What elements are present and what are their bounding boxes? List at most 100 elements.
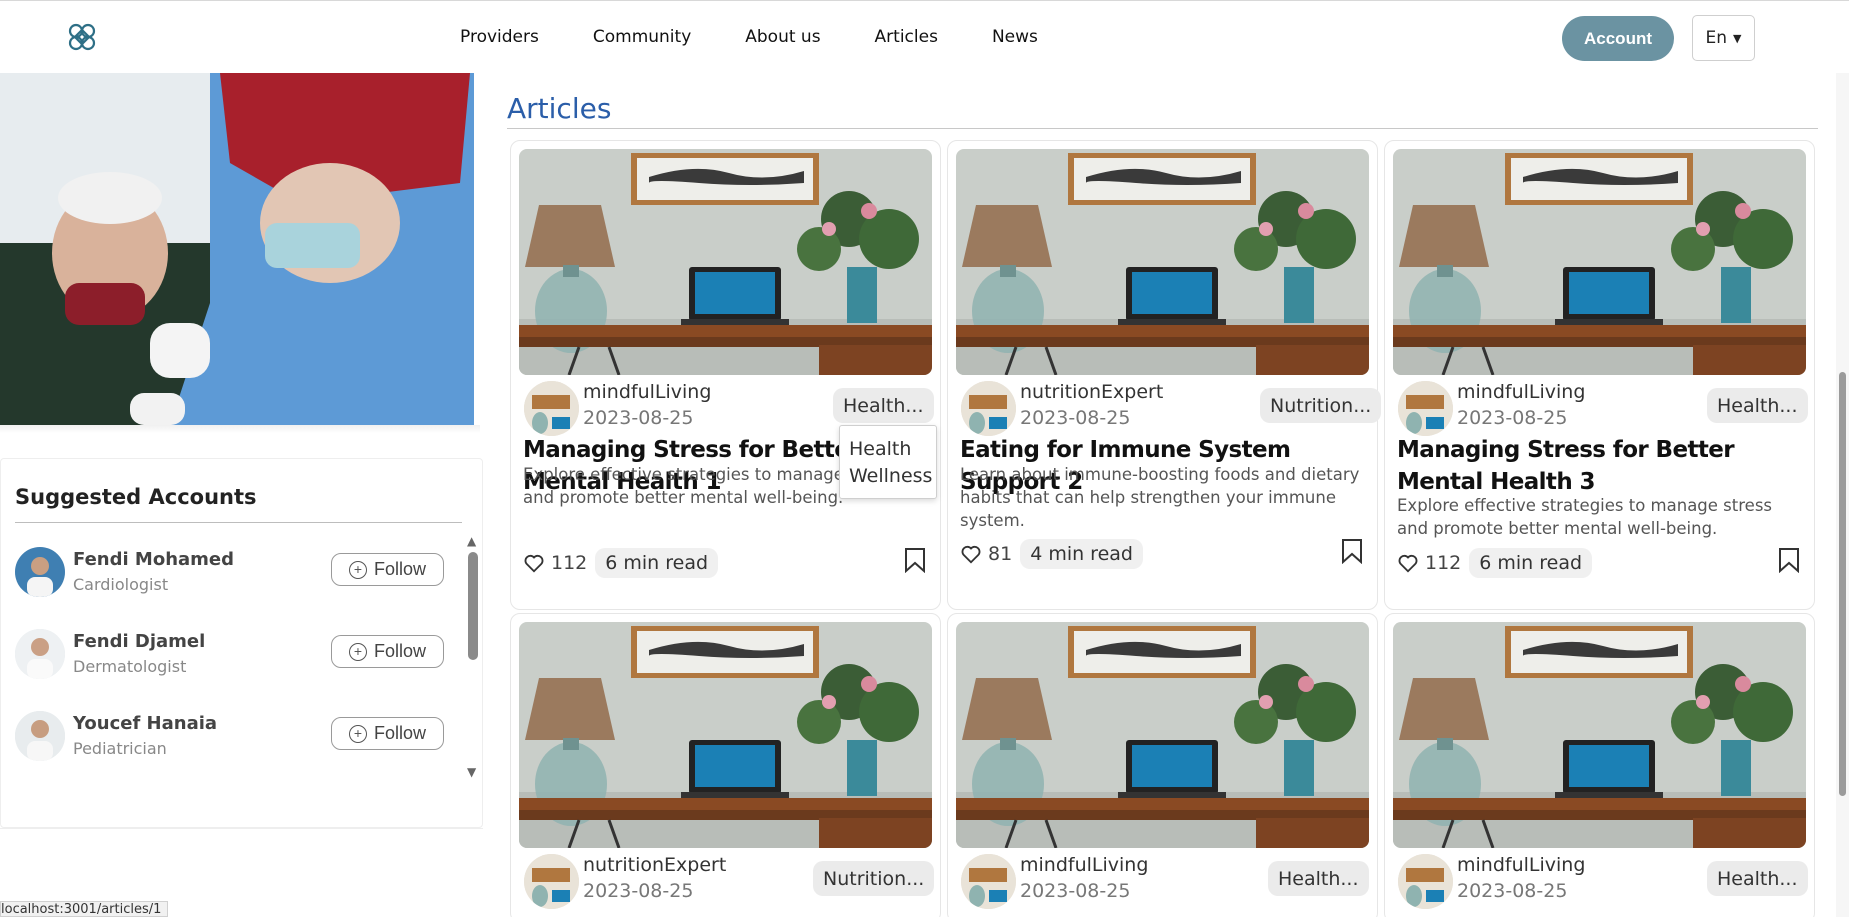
- bookmark-icon[interactable]: [904, 547, 926, 574]
- avatar[interactable]: [15, 711, 65, 761]
- article-tag[interactable]: Health...: [1707, 861, 1808, 896]
- follow-button[interactable]: + Follow: [331, 635, 444, 668]
- article-tag[interactable]: Nutrition...: [1260, 388, 1382, 423]
- article-image[interactable]: [1393, 622, 1806, 848]
- bookmark-icon[interactable]: [1778, 547, 1800, 574]
- read-time: 6 min read: [595, 548, 719, 578]
- article-stats: 81 4 min read: [960, 539, 1143, 569]
- articles-divider: [507, 128, 1818, 129]
- article-date: 2023-08-25: [1020, 880, 1131, 902]
- heart-icon[interactable]: [523, 552, 545, 574]
- article-card[interactable]: mindfulLiving 2023-08-25 Health... Manag…: [510, 140, 941, 610]
- language-select[interactable]: En ▼: [1692, 15, 1755, 61]
- read-time: 4 min read: [1020, 539, 1143, 569]
- account-specialty: Pediatrician: [73, 739, 167, 758]
- language-value: En: [1705, 28, 1728, 48]
- article-image[interactable]: [1393, 149, 1806, 375]
- scroll-down-arrow-icon[interactable]: ▼: [467, 765, 476, 779]
- status-bar-url: localhost:3001/articles/1: [0, 901, 169, 917]
- account-name[interactable]: Youcef Hanaia: [73, 713, 217, 734]
- article-tag[interactable]: Nutrition...: [813, 861, 935, 896]
- tag-dropdown: Health Wellness: [839, 425, 937, 499]
- author-name[interactable]: nutritionExpert: [583, 854, 726, 876]
- article-image[interactable]: [956, 622, 1369, 848]
- article-title[interactable]: Managing Stress for Better Mental Health…: [1397, 434, 1807, 498]
- article-tag[interactable]: Health...: [1268, 861, 1369, 896]
- avatar[interactable]: [15, 629, 65, 679]
- logo-icon[interactable]: [66, 21, 98, 53]
- divider: [15, 522, 462, 523]
- article-image[interactable]: [956, 149, 1369, 375]
- page-scrollbar-thumb[interactable]: [1839, 372, 1846, 796]
- hero-card-bottom: [0, 425, 480, 433]
- like-count: 112: [551, 552, 588, 574]
- nav-news[interactable]: News: [992, 27, 1038, 47]
- article-stats: 112 6 min read: [523, 548, 719, 578]
- chevron-down-icon: ▼: [1733, 31, 1742, 45]
- article-card[interactable]: mindfulLiving 2023-08-25 Health...: [1384, 613, 1815, 917]
- nav-community[interactable]: Community: [593, 27, 691, 47]
- like-count: 81: [988, 543, 1013, 565]
- articles-heading: Articles: [507, 92, 612, 125]
- follow-label: Follow: [373, 641, 426, 661]
- tag-option[interactable]: Wellness: [849, 463, 936, 490]
- suggested-accounts-panel: Suggested Accounts Fendi Mohamed Cardiol…: [0, 458, 483, 828]
- hero-image: [0, 73, 474, 425]
- plus-circle-icon: +: [348, 560, 367, 579]
- article-description: Learn about immune-boosting foods and di…: [960, 465, 1360, 530]
- article-date: 2023-08-25: [1020, 407, 1131, 429]
- account-name[interactable]: Fendi Mohamed: [73, 549, 234, 570]
- account-name[interactable]: Fendi Djamel: [73, 631, 205, 652]
- like-count: 112: [1425, 552, 1462, 574]
- author-avatar[interactable]: [524, 854, 579, 909]
- article-image[interactable]: [519, 622, 932, 848]
- article-card[interactable]: mindfulLiving 2023-08-25 Health... Manag…: [1384, 140, 1815, 610]
- nav-about-us[interactable]: About us: [745, 27, 820, 47]
- nav-articles[interactable]: Articles: [875, 27, 938, 47]
- account-specialty: Dermatologist: [73, 657, 187, 676]
- suggested-accounts-title: Suggested Accounts: [15, 485, 257, 509]
- author-avatar[interactable]: [1398, 381, 1453, 436]
- author-avatar[interactable]: [1398, 854, 1453, 909]
- read-time: 6 min read: [1469, 548, 1593, 578]
- bookmark-icon[interactable]: [1341, 538, 1363, 565]
- author-name[interactable]: nutritionExpert: [1020, 381, 1163, 403]
- article-card[interactable]: mindfulLiving 2023-08-25 Health...: [947, 613, 1378, 917]
- author-name[interactable]: mindfulLiving: [583, 381, 711, 403]
- author-name[interactable]: mindfulLiving: [1020, 854, 1148, 876]
- article-date: 2023-08-25: [1457, 407, 1568, 429]
- article-date: 2023-08-25: [1457, 880, 1568, 902]
- avatar[interactable]: [15, 547, 65, 597]
- article-stats: 112 6 min read: [1397, 548, 1593, 578]
- account-specialty: Cardiologist: [73, 575, 169, 594]
- follow-button[interactable]: + Follow: [331, 553, 444, 586]
- article-date: 2023-08-25: [583, 407, 694, 429]
- lower-card-edge: [0, 828, 483, 834]
- follow-label: Follow: [373, 723, 426, 743]
- suggested-scrollbar[interactable]: [468, 552, 478, 660]
- author-name[interactable]: mindfulLiving: [1457, 854, 1585, 876]
- account-item: Fendi Mohamed Cardiologist + Follow: [15, 547, 455, 607]
- article-card[interactable]: nutritionExpert 2023-08-25 Nutrition... …: [947, 140, 1382, 610]
- author-name[interactable]: mindfulLiving: [1457, 381, 1585, 403]
- account-item: Fendi Djamel Dermatologist + Follow: [15, 629, 455, 689]
- follow-label: Follow: [373, 559, 426, 579]
- tag-option[interactable]: Health: [849, 436, 936, 463]
- article-date: 2023-08-25: [583, 880, 694, 902]
- main-nav: Providers Community About us Articles Ne…: [460, 27, 1092, 47]
- follow-button[interactable]: + Follow: [331, 717, 444, 750]
- author-avatar[interactable]: [524, 381, 579, 436]
- author-avatar[interactable]: [961, 381, 1016, 436]
- scroll-up-arrow-icon[interactable]: ▲: [467, 534, 476, 548]
- account-item: Youcef Hanaia Pediatrician + Follow: [15, 711, 455, 771]
- heart-icon[interactable]: [1397, 552, 1419, 574]
- top-navbar: Providers Community About us Articles Ne…: [0, 1, 1849, 73]
- article-tag[interactable]: Health...: [833, 388, 934, 423]
- nav-providers[interactable]: Providers: [460, 27, 539, 47]
- article-image[interactable]: [519, 149, 932, 375]
- article-card[interactable]: nutritionExpert 2023-08-25 Nutrition...: [510, 613, 941, 917]
- article-tag[interactable]: Health...: [1707, 388, 1808, 423]
- author-avatar[interactable]: [961, 854, 1016, 909]
- heart-icon[interactable]: [960, 543, 982, 565]
- account-button[interactable]: Account: [1562, 16, 1674, 61]
